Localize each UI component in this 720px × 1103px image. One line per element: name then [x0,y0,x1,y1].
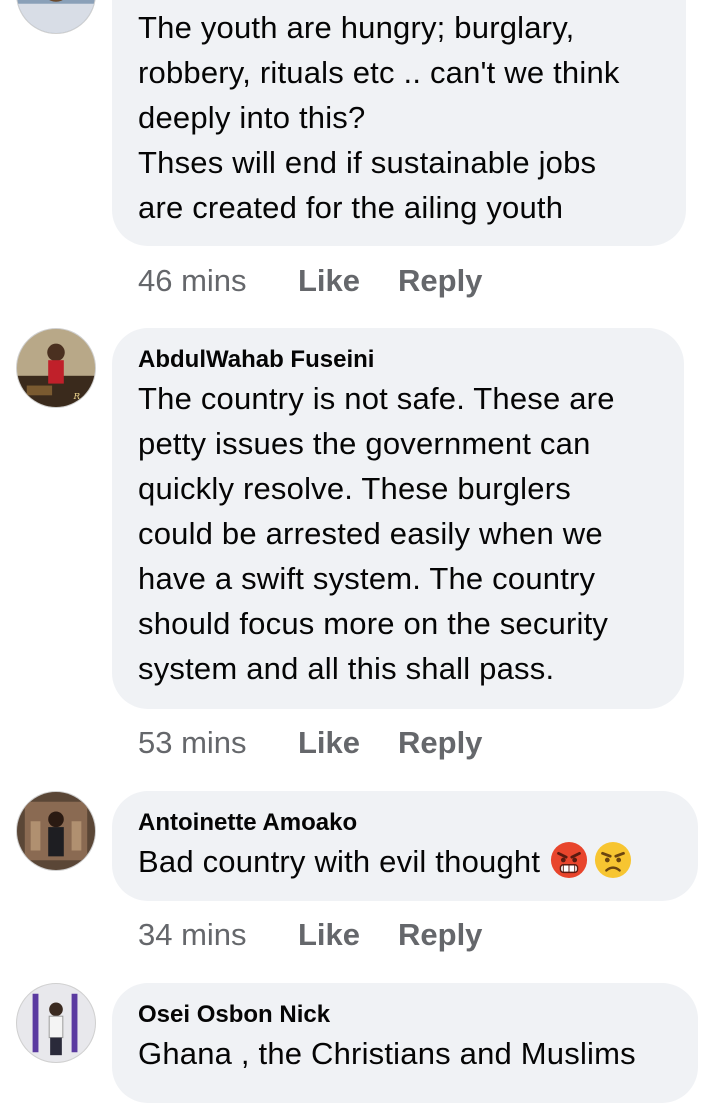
like-button[interactable]: Like [298,725,398,761]
comment-actions: 53 mins Like Reply [138,725,482,761]
angry-face-emoji [551,841,588,879]
reply-button[interactable]: Reply [398,263,482,299]
avatar-photo [17,984,95,1062]
avatar[interactable]: R [16,328,96,408]
avatar[interactable] [16,791,96,871]
svg-text:R: R [73,392,81,402]
comment-actions: 46 mins Like Reply [138,263,482,299]
comment-bubble: The youth are hungry; burglary, robbery,… [112,0,686,246]
reply-button[interactable]: Reply [398,917,482,953]
like-button[interactable]: Like [298,917,398,953]
comment-bubble: AbdulWahab Fuseini The country is not sa… [112,328,684,709]
comment-text: Bad country with evil thought [138,839,672,884]
comment-text-content: Bad country with evil thought [138,844,541,879]
comment-text: Ghana , the Christians and Muslims [138,1036,636,1071]
comment-bubble: Antoinette Amoako Bad country with evil … [112,791,698,901]
comment-author[interactable]: Antoinette Amoako [138,809,672,837]
comment-timestamp[interactable]: 53 mins [138,725,298,761]
comment-text: The youth are hungry; burglary, robbery,… [138,10,620,225]
comment-bubble: Osei Osbon Nick Ghana , the Christians a… [112,983,698,1103]
comment-actions: 34 mins Like Reply [138,917,482,953]
avatar[interactable] [16,0,96,34]
avatar-photo [17,792,95,870]
reply-button[interactable]: Reply [398,725,482,761]
comment-timestamp[interactable]: 46 mins [138,263,298,299]
avatar-photo: R [17,329,95,407]
comment-timestamp[interactable]: 34 mins [138,917,298,953]
comment-text: The country is not safe. These are petty… [138,381,615,686]
frowning-angry-face-emoji [595,841,632,879]
avatar[interactable] [16,983,96,1063]
comment-author[interactable]: Osei Osbon Nick [138,1001,672,1029]
avatar-photo [17,0,95,33]
like-button[interactable]: Like [298,263,398,299]
comment-author[interactable]: AbdulWahab Fuseini [138,346,658,374]
